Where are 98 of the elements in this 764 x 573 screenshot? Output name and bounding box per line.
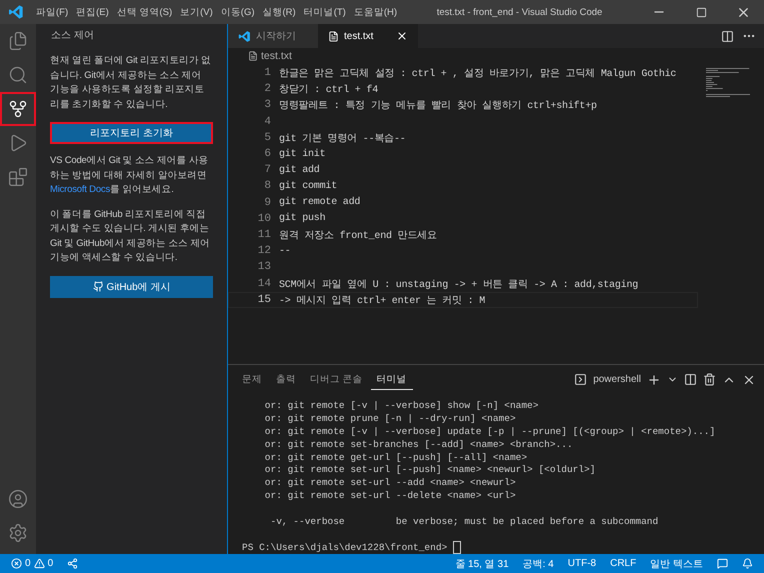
share-icon bbox=[67, 558, 78, 569]
panel-tab[interactable]: 디버그 콘솔 bbox=[304, 370, 369, 390]
vscode-logo-icon bbox=[238, 30, 251, 42]
terminal-line: or: git remote set-url --add <name> <newurl> bbox=[264, 477, 516, 488]
plus-icon bbox=[647, 372, 661, 387]
terminal-line: or: git remote set-url [--push] <name> <newurl> [<oldurl>] bbox=[264, 464, 596, 476]
window-title: test.txt - front_end - Visual Studio Code bbox=[436, 6, 604, 18]
code-text: git add bbox=[279, 164, 320, 176]
line-number: 2 bbox=[263, 83, 272, 96]
code-text: git remote add bbox=[279, 197, 360, 208]
code-text: -- bbox=[279, 246, 291, 257]
terminal-line: or: git remote set-branches [--add] <name> <branch>... bbox=[264, 438, 573, 450]
trash-button[interactable] bbox=[703, 373, 716, 386]
settings-icon bbox=[8, 523, 28, 543]
split-editor-button[interactable] bbox=[721, 30, 734, 42]
code-text: git commit bbox=[279, 180, 338, 192]
line-number: 3 bbox=[263, 99, 272, 112]
breadcrumb[interactable]: test.txt bbox=[261, 50, 292, 62]
status-item[interactable]: 줄 15, 열 31 bbox=[450, 556, 514, 570]
line-number: 9 bbox=[263, 196, 272, 209]
split-icon bbox=[721, 30, 734, 42]
file-icon bbox=[248, 51, 258, 61]
github-icon bbox=[92, 281, 104, 292]
sidebar-title: 소스 제어 bbox=[50, 29, 95, 43]
panel-tab[interactable]: 문제 bbox=[236, 370, 268, 390]
branch-button[interactable] bbox=[0, 92, 36, 126]
line-number: 13 bbox=[256, 261, 272, 274]
menu-item[interactable]: 터미널(T) bbox=[300, 6, 350, 18]
line-number: 8 bbox=[263, 180, 272, 192]
code-text: 원격 저장소 front_end 만드세요 bbox=[279, 230, 437, 242]
line-number: 5 bbox=[263, 132, 272, 144]
account-icon bbox=[8, 489, 28, 509]
line-number: 12 bbox=[256, 245, 272, 258]
publish-text: 이 폴더를 GitHub 리포지토리에 직접 게시할 수도 있습니다. 게시된 후에는 Git 및 GitHub에서 제공하는 소스 제어 기능에 액세스할 수 있습니다. bbox=[50, 208, 211, 265]
feedback-icon bbox=[717, 558, 728, 569]
menu-item[interactable]: 실행(R) bbox=[258, 6, 300, 18]
trash-icon bbox=[703, 373, 716, 386]
terminal-icon bbox=[574, 373, 588, 386]
files-icon bbox=[8, 31, 28, 51]
split-terminal-button[interactable] bbox=[684, 373, 697, 386]
code-text: git 기본 명령어 --복습-- bbox=[279, 132, 406, 145]
bell-icon bbox=[742, 558, 753, 569]
line-number: 11 bbox=[256, 228, 272, 241]
line-number: 4 bbox=[263, 116, 272, 128]
code-text: 창닫기 : ctrl + f4 bbox=[279, 84, 378, 96]
publish-button[interactable]: GitHub에 게시 bbox=[50, 276, 213, 298]
new-terminal-button[interactable] bbox=[647, 372, 661, 387]
code-text: git push bbox=[279, 213, 326, 224]
terminal-line: or: git remote get-url [--push] [--all] <name> bbox=[264, 452, 528, 463]
menu-item[interactable]: 도움말(H) bbox=[350, 6, 402, 18]
status-item[interactable]: 공백: 4 bbox=[518, 556, 559, 570]
terminal-line: or: git remote [-v | --verbose] show [-n] <name> bbox=[264, 400, 538, 412]
blocks-icon bbox=[8, 167, 28, 187]
file-icon bbox=[328, 30, 339, 42]
panel-tab[interactable]: 출력 bbox=[270, 370, 302, 390]
warning-icon bbox=[34, 558, 45, 569]
line-number: 10 bbox=[256, 212, 272, 225]
menu-item[interactable]: 파일(F) bbox=[32, 6, 72, 18]
terminal-prompt: PS C:\Users\djals\dev1228\front_end> bbox=[242, 542, 448, 554]
maximize-icon bbox=[696, 6, 706, 18]
panel-tab[interactable]: 터미널 bbox=[370, 370, 413, 390]
status-item[interactable]: CRLF bbox=[605, 558, 642, 569]
docs-text: VS Code에서 Git 및 소스 제어를 사용하는 방법에 대해 자세히 알아보려면 Microsoft Docs를 읽어보세요. bbox=[50, 154, 210, 197]
error-icon bbox=[11, 558, 22, 569]
terminal-line: -v, --verbose be verbose; must be placed before a subcommand bbox=[270, 516, 658, 527]
terminal-line: or: git remote prune [-n | --dry-run] <name> bbox=[264, 413, 516, 424]
terminal-line: or: git remote [-v | --verbose] update [-p | --prune] [(<group> | <remote>)...] bbox=[264, 426, 716, 438]
code-text: git init bbox=[279, 148, 326, 160]
menu-item[interactable]: 보기(V) bbox=[176, 6, 217, 18]
code-text: -> 메시지 입력 ctrl+ enter 는 커밋 : M bbox=[279, 294, 486, 307]
search-icon bbox=[8, 65, 28, 85]
warning-count[interactable]: 0 bbox=[48, 558, 54, 569]
line-number: 1 bbox=[263, 67, 272, 80]
status-item[interactable]: UTF-8 bbox=[562, 558, 602, 569]
docs-link[interactable]: Microsoft Docs bbox=[50, 184, 110, 195]
menu-item[interactable]: 선택 영역(S) bbox=[112, 6, 176, 18]
shell-name[interactable]: powershell bbox=[593, 374, 641, 386]
error-count[interactable]: 0 bbox=[25, 558, 31, 569]
line-number: 14 bbox=[256, 278, 272, 290]
close-icon bbox=[396, 30, 408, 42]
intro-text: 현재 열린 폴더에 Git 리포지토리가 없습니다. Git에서 제공하는 소스 제어 기능을 사용하도록 설정할 리포지토리를 초기화할 수 있습니다. bbox=[50, 54, 212, 112]
branch-icon bbox=[8, 99, 28, 119]
line-number: 7 bbox=[263, 164, 272, 176]
code-text: 명령팔레트 : 특정 기능 메뉴를 빨리 찾아 실행하기 ctrl+shift+p bbox=[279, 100, 597, 112]
code-text: 한글은 맑은 고딕체 설정 : ctrl + , 설정 바로가기, 맑은 고딕체 Malgun Gothic bbox=[279, 68, 676, 80]
terminal-line: or: git remote set-url --delete <name> <url> bbox=[264, 490, 516, 502]
vscode-logo-icon bbox=[8, 4, 24, 20]
status-item[interactable]: 일반 텍스트 bbox=[645, 556, 708, 570]
line-number: 6 bbox=[263, 148, 272, 160]
menu-item[interactable]: 이동(G) bbox=[216, 6, 259, 18]
editor-tab[interactable]: 시작하기 bbox=[228, 24, 318, 48]
code-text: SCM에서 파일 옆에 U : unstaging -> + 버튼 클릭 -> A : add,staging bbox=[279, 278, 638, 291]
init-repository-button[interactable]: 리포지토리 초기화 bbox=[50, 122, 213, 144]
cursor-icon bbox=[452, 541, 461, 554]
split-icon bbox=[684, 373, 697, 386]
editor-tab[interactable]: test.txt bbox=[318, 24, 418, 48]
menu-item[interactable]: 편집(E) bbox=[72, 6, 113, 18]
line-number: 15 bbox=[256, 294, 272, 306]
